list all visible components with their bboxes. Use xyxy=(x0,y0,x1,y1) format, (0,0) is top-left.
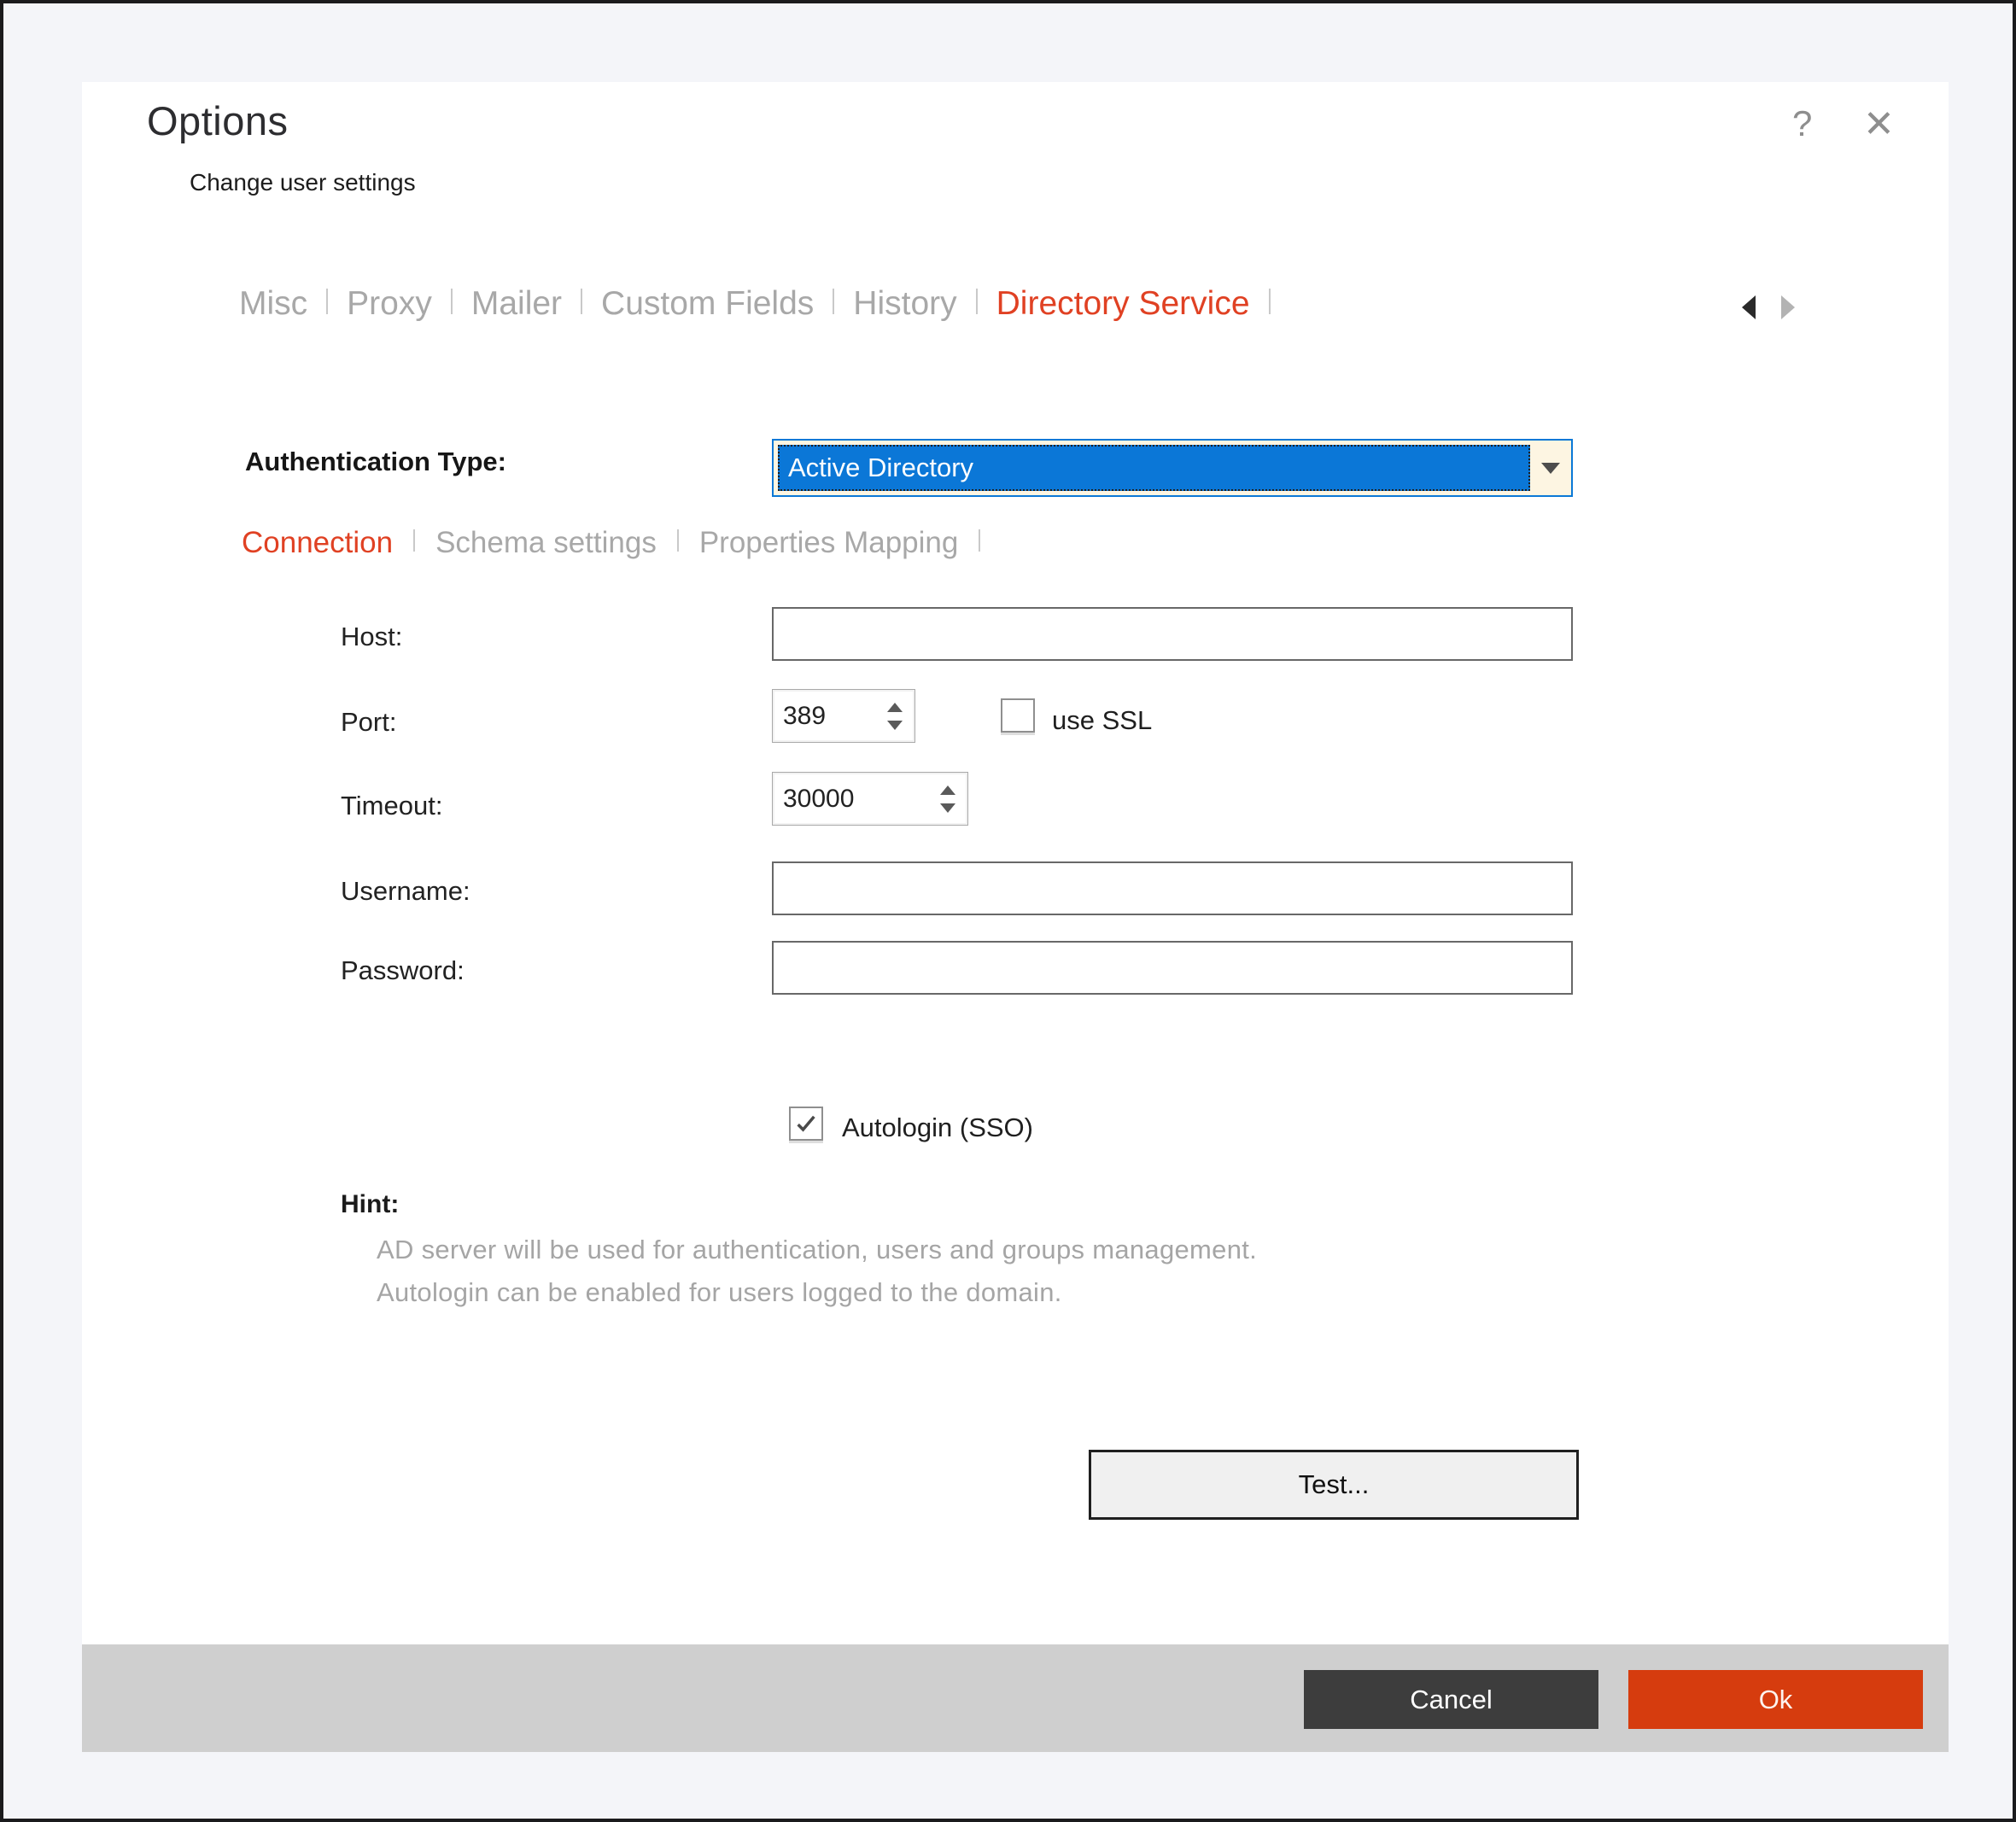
chevron-down-icon xyxy=(1541,463,1560,474)
username-label: Username: xyxy=(341,876,470,907)
help-icon[interactable]: ? xyxy=(1792,106,1812,142)
test-button[interactable]: Test... xyxy=(1089,1450,1579,1520)
port-label: Port: xyxy=(341,707,396,738)
password-label: Password: xyxy=(341,955,465,986)
tab-custom-fields[interactable]: Custom Fields xyxy=(598,285,817,323)
dialog-subtitle: Change user settings xyxy=(190,169,416,196)
spinner-up-icon[interactable] xyxy=(887,703,903,712)
port-spinner-arrows xyxy=(875,690,915,742)
hint-title: Hint: xyxy=(341,1190,399,1219)
host-label: Host: xyxy=(341,622,402,652)
autologin-sso-label: Autologin (SSO) xyxy=(842,1112,1033,1143)
port-input[interactable] xyxy=(773,690,875,742)
tab-mailer[interactable]: Mailer xyxy=(468,285,565,323)
tab-separator xyxy=(1269,289,1271,314)
subtab-separator xyxy=(413,529,415,552)
scroll-left-icon[interactable] xyxy=(1742,295,1756,319)
timeout-input[interactable] xyxy=(773,773,928,825)
subtab-properties-mapping[interactable]: Properties Mapping xyxy=(696,526,962,560)
hint-line-2: Autologin can be enabled for users logge… xyxy=(377,1277,1062,1308)
scroll-right-icon[interactable] xyxy=(1781,295,1795,319)
spinner-down-icon[interactable] xyxy=(887,721,903,730)
username-input[interactable] xyxy=(772,861,1573,915)
tab-separator xyxy=(581,289,582,314)
tab-directory-service[interactable]: Directory Service xyxy=(993,285,1253,323)
subtab-separator xyxy=(677,529,679,552)
spinner-up-icon[interactable] xyxy=(940,785,955,795)
tab-separator xyxy=(976,289,978,314)
tab-proxy[interactable]: Proxy xyxy=(343,285,435,323)
ok-button[interactable]: Ok xyxy=(1628,1670,1923,1729)
close-icon[interactable]: ✕ xyxy=(1863,106,1895,143)
tab-bar: Misc Proxy Mailer Custom Fields History … xyxy=(236,285,1286,323)
tab-misc[interactable]: Misc xyxy=(236,285,311,323)
authentication-type-combobox[interactable]: Active Directory xyxy=(772,439,1573,497)
hint-line-1: AD server will be used for authenticatio… xyxy=(377,1235,1257,1265)
use-ssl-label: use SSL xyxy=(1052,705,1152,736)
tab-scroll-arrows xyxy=(1742,295,1795,319)
cancel-button[interactable]: Cancel xyxy=(1304,1670,1598,1729)
tab-separator xyxy=(451,289,453,314)
subtab-connection[interactable]: Connection xyxy=(238,526,396,560)
use-ssl-checkbox[interactable] xyxy=(1001,698,1035,733)
timeout-label: Timeout: xyxy=(341,791,442,821)
tab-separator xyxy=(326,289,328,314)
autologin-sso-checkbox[interactable] xyxy=(789,1107,823,1141)
screenshot-frame: Options Change user settings ? ✕ Misc Pr… xyxy=(0,0,2016,1822)
port-stepper[interactable] xyxy=(772,689,915,743)
host-input[interactable] xyxy=(772,607,1573,661)
timeout-spinner-arrows xyxy=(928,773,967,825)
dialog-title: Options xyxy=(147,97,288,144)
timeout-stepper[interactable] xyxy=(772,772,968,826)
check-icon xyxy=(794,1112,818,1136)
password-input[interactable] xyxy=(772,941,1573,995)
subtab-bar: Connection Schema settings Properties Ma… xyxy=(238,526,997,560)
subtab-schema-settings[interactable]: Schema settings xyxy=(432,526,660,560)
authentication-type-label: Authentication Type: xyxy=(245,447,506,477)
tab-separator xyxy=(833,289,834,314)
dialog-footer: Cancel Ok xyxy=(82,1644,1949,1752)
combobox-dropdown-button[interactable] xyxy=(1530,441,1571,495)
spinner-down-icon[interactable] xyxy=(940,803,955,813)
subtab-separator xyxy=(979,529,980,552)
tab-history[interactable]: History xyxy=(850,285,960,323)
options-dialog: Options Change user settings ? ✕ Misc Pr… xyxy=(82,82,1949,1752)
combobox-selected-value[interactable]: Active Directory xyxy=(778,445,1530,491)
